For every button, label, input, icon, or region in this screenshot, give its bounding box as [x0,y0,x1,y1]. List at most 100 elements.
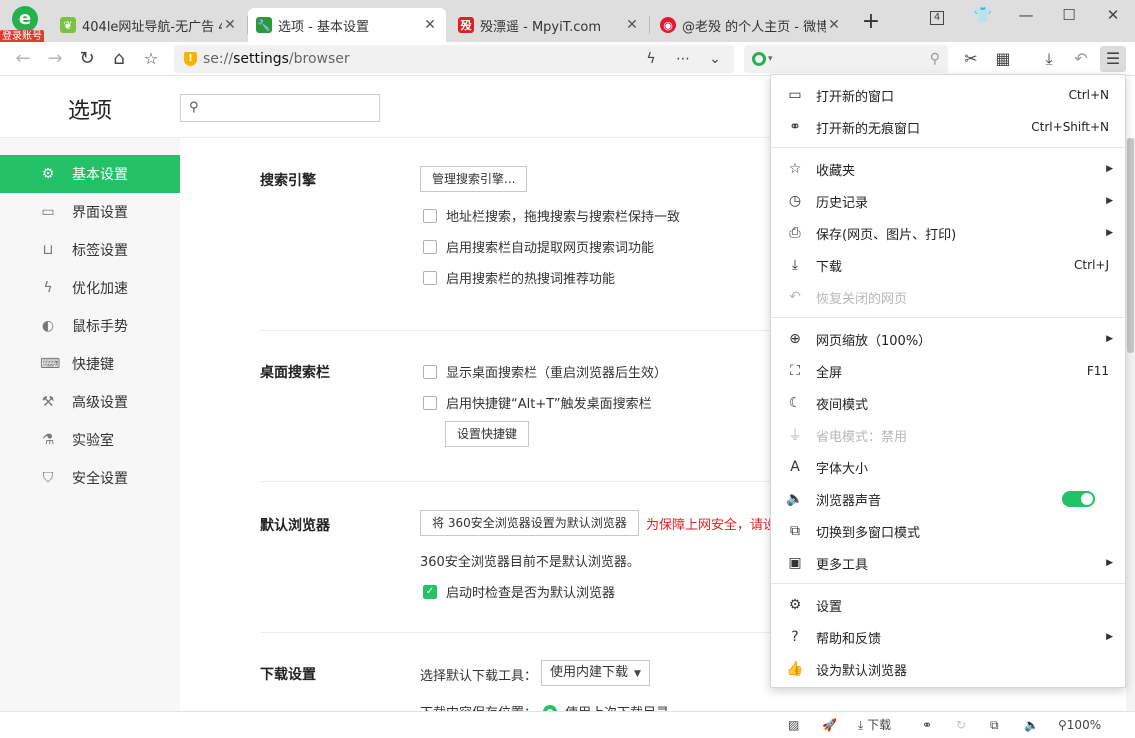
menu-item-night-mode[interactable]: ☾ 夜间模式 [771,387,1125,419]
sidebar-item-lab[interactable]: ⚗ 实验室 [0,421,180,459]
sidebar-item-interface[interactable]: ▭ 界面设置 [0,193,180,231]
menu-item-new-incognito-window[interactable]: ⚭ 打开新的无痕窗口 Ctrl+Shift+N [771,111,1125,143]
scrollbar-thumb[interactable] [1127,138,1134,353]
back-button[interactable]: ← [10,46,36,72]
checkbox[interactable] [423,239,437,254]
window-close-button[interactable]: ✕ [1100,4,1126,26]
menu-item-fullscreen[interactable]: ⛶ 全屏 F11 [771,355,1125,387]
sidebar-item-tabs[interactable]: ⊔ 标签设置 [0,231,180,269]
chevron-down-icon[interactable]: ⌄ [704,45,726,73]
scissors-icon[interactable]: ✂ [958,46,984,72]
speaker-icon[interactable]: 🔈 [1024,712,1039,738]
checkbox-checked[interactable]: ✓ [423,584,437,599]
sidebar-item-shortcuts[interactable]: ⌨ 快捷键 [0,345,180,383]
search-engine-icon[interactable] [752,52,766,66]
menu-item-downloads[interactable]: ⤓ 下载 Ctrl+J [771,249,1125,281]
option-check-default-on-start[interactable]: ✓ 启动时检查是否为默认浏览器 [423,582,615,601]
set-default-browser-button[interactable]: 将 360安全浏览器设置为默认浏览器 [420,510,639,536]
set-shortcut-button[interactable]: 设置快捷键 [445,421,530,447]
tab-settings[interactable]: 🔧 选项 - 基本设置 ✕ [248,8,446,42]
option-show-desktop-search[interactable]: 显示桌面搜索栏（重启浏览器后生效） [423,362,667,381]
bolt-icon: ϟ [43,280,53,296]
address-bar[interactable]: ! se://settings/browser ϟ ⋯ ⌄ [174,45,734,73]
maximize-button[interactable]: ☐ [1056,4,1082,26]
home-button[interactable]: ⌂ [106,46,132,72]
tab-404le[interactable]: ❦ 404le网址导航-无广告 404 ✕ [52,8,246,42]
close-icon[interactable]: ✕ [222,17,238,33]
sidebar-item-advanced[interactable]: ⚒ 高级设置 [0,383,180,421]
menu-item-multi-window[interactable]: ⧉ 切换到多窗口模式 [771,515,1125,547]
sidebar-item-mouse-gesture[interactable]: ◐ 鼠标手势 [0,307,180,345]
menu-item-set-default[interactable]: 👍 设为默认浏览器 [771,653,1125,685]
page-scrollbar[interactable] [1126,138,1135,711]
tab-count-button[interactable]: 4 [924,4,950,26]
option-auto-extract-keywords[interactable]: 启用搜索栏自动提取网页搜索词功能 [423,237,654,256]
star-list-icon: ☆ [788,161,802,177]
option-hot-search[interactable]: 启用搜索栏的热搜词推荐功能 [423,268,615,287]
chevron-down-icon[interactable]: ▾ [768,54,773,64]
search-box[interactable]: ▾ ⚲ [744,45,948,73]
option-address-bar-search[interactable]: 地址栏搜索，拖拽搜索与搜索栏保持一致 [423,206,680,225]
status-download[interactable]: ⤓ 下载 [858,712,891,738]
apps-grid-icon[interactable]: ▦ [990,46,1016,72]
manage-search-engines-button[interactable]: 管理搜索引擎... [420,166,528,192]
sidebar-item-label: 快捷键 [72,357,114,373]
checkbox[interactable] [423,270,437,285]
status-zoom[interactable]: ⚲100% [1058,712,1101,738]
browser-logo[interactable]: e 登录账号 [0,4,48,44]
reload-button[interactable]: ↻ [74,46,100,72]
lightning-icon[interactable]: ϟ [640,45,662,73]
menu-separator [771,147,1125,148]
menu-item-save[interactable]: ⎙ 保存(网页、图片、打印) ▶ [771,217,1125,249]
tab-weibo[interactable]: ◉ @老殁 的个人主页 - 微博 ✕ [652,8,850,42]
new-tab-button[interactable]: + [860,11,882,34]
menu-item-favorites[interactable]: ☆ 收藏夹 ▶ [771,153,1125,185]
undo-icon: ↶ [789,289,801,305]
refresh-icon[interactable]: ↻ [956,712,966,738]
menu-item-font-size[interactable]: A 字体大小 [771,451,1125,483]
settings-search[interactable]: ⚲ [180,94,380,122]
sidebar-item-optimize[interactable]: ϟ 优化加速 [0,269,180,307]
menu-item-power-saving[interactable]: ⏚ 省电模式：禁用 [771,419,1125,451]
rocket-icon[interactable]: 🚀 [822,712,837,738]
menu-item-zoom[interactable]: ⊕ 网页缩放（100%） ▶ [771,323,1125,355]
menu-separator [771,317,1125,318]
sound-toggle[interactable] [1062,491,1095,507]
option-alt-t-shortcut[interactable]: 启用快捷键“Alt+T”触发桌面搜索栏 [423,393,652,412]
settings-search-input[interactable] [207,97,375,119]
image-icon[interactable]: ▨ [788,712,799,738]
close-icon[interactable]: ✕ [624,17,640,33]
checkbox[interactable] [423,208,437,223]
menu-item-new-window[interactable]: ▭ 打开新的窗口 Ctrl+N [771,79,1125,111]
undo-icon[interactable]: ↶ [1068,46,1094,72]
address-url[interactable]: se://settings/browser [203,45,350,73]
checkbox[interactable] [423,395,437,410]
menu-item-more-tools[interactable]: ▣ 更多工具 ▶ [771,547,1125,579]
default-browser-status: 360安全浏览器目前不是默认浏览器。 [420,555,640,570]
menu-item-restore-closed[interactable]: ↶ 恢复关闭的网页 [771,281,1125,313]
menu-item-help[interactable]: ? 帮助和反馈 ▶ [771,621,1125,653]
checkbox[interactable] [423,364,437,379]
download-tool-select[interactable]: 使用内建下载 ▼ [541,660,650,686]
sidebar-item-security[interactable]: ⛉ 安全设置 [0,459,180,497]
more-dots-icon[interactable]: ⋯ [672,45,694,73]
main-menu-button[interactable]: ☰ [1100,46,1126,72]
mpyit-icon: 殁 [458,17,474,33]
incognito-mask-icon[interactable]: ⚭ [922,712,932,738]
close-icon[interactable]: ✕ [826,17,842,33]
forward-button[interactable]: → [42,46,68,72]
close-icon[interactable]: ✕ [422,17,438,33]
skin-shirt-icon[interactable]: 👕 [970,4,996,26]
tab-title: @老殁 的个人主页 - 微博 [682,19,826,35]
menu-item-browser-sound[interactable]: 🔈 浏览器声音 [771,483,1125,515]
tab-mpyit[interactable]: 殁 殁漂遥 - MpyiT.com ✕ [450,8,648,42]
search-icon[interactable]: ⚲ [930,45,940,73]
window-icon[interactable]: ⧉ [990,712,999,738]
sidebar-item-basic[interactable]: ⚙ 基本设置 [0,155,180,193]
download-icon[interactable]: ⤓ [1036,46,1062,72]
menu-item-settings[interactable]: ⚙ 设置 [771,589,1125,621]
speaker-icon: 🔈 [786,491,804,507]
bookmark-star-icon[interactable]: ☆ [138,46,164,72]
menu-item-history[interactable]: ◷ 历史记录 ▶ [771,185,1125,217]
minimize-button[interactable]: — [1013,4,1039,26]
